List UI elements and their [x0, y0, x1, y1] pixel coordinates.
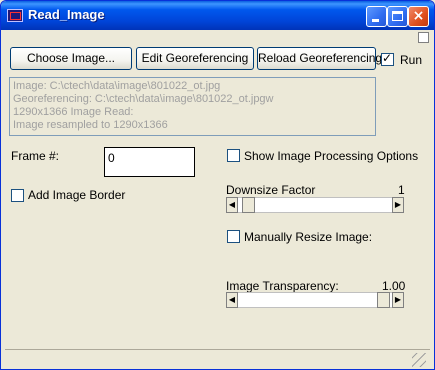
slider-left-arrow-icon[interactable]: ◀ — [226, 292, 238, 308]
downsize-factor-slider[interactable]: ◀ ▶ — [226, 197, 404, 213]
edit-georeferencing-button[interactable]: Edit Georeferencing — [136, 47, 254, 70]
slider-left-arrow-icon[interactable]: ◀ — [226, 197, 238, 213]
info-line: Image: C:\ctech\data\image\801022_ot.jpg — [13, 80, 221, 92]
manual-resize-checkbox[interactable] — [227, 230, 240, 243]
slider-track[interactable] — [238, 292, 392, 308]
transparency-slider[interactable]: ◀ ▶ — [226, 292, 404, 308]
run-checkbox[interactable] — [381, 51, 394, 66]
transparency-label: Image Transparency: — [226, 279, 339, 293]
maximize-icon — [392, 11, 403, 21]
slider-right-arrow-icon[interactable]: ▶ — [392, 292, 404, 308]
maximize-button[interactable] — [387, 6, 408, 27]
add-border-label[interactable]: Add Image Border — [28, 188, 125, 202]
slider-right-arrow-icon[interactable]: ▶ — [392, 197, 404, 213]
minimize-button[interactable] — [366, 6, 387, 27]
title-bar[interactable]: Read_Image × — [1, 1, 434, 30]
transparency-value: 1.00 — [382, 279, 406, 293]
info-line: Georeferencing: C:\ctech\data\image\8010… — [13, 93, 274, 105]
corner-checkbox[interactable] — [418, 32, 429, 43]
choose-image-button[interactable]: Choose Image... — [10, 47, 132, 70]
frame-number-input[interactable]: 0 — [104, 147, 195, 177]
slider-track[interactable] — [238, 197, 392, 213]
show-processing-label[interactable]: Show Image Processing Options — [244, 149, 418, 163]
show-processing-checkbox[interactable] — [227, 149, 240, 162]
downsize-factor-value: 1 — [398, 183, 405, 197]
slider-thumb[interactable] — [377, 292, 390, 308]
info-line: Image resampled to 1290x1366 — [13, 119, 168, 131]
close-button[interactable]: × — [408, 6, 429, 27]
image-info-box: Image: C:\ctech\data\image\801022_ot.jpg… — [9, 77, 376, 136]
info-line: 1290x1366 Image Read: — [13, 106, 134, 118]
minimize-icon — [372, 19, 379, 22]
slider-thumb[interactable] — [242, 197, 255, 213]
resize-grip-icon[interactable] — [412, 353, 426, 367]
close-icon: × — [412, 8, 425, 24]
add-border-checkbox[interactable] — [11, 189, 24, 202]
read-image-window: Read_Image × Choose Image... Edit Georef… — [0, 0, 435, 370]
run-label[interactable]: Run — [400, 53, 422, 67]
status-bar — [5, 349, 430, 367]
downsize-factor-label: Downsize Factor — [226, 183, 316, 197]
app-icon[interactable] — [7, 9, 23, 22]
frame-label: Frame #: — [11, 149, 60, 163]
window-title: Read_Image — [28, 7, 105, 22]
manual-resize-label[interactable]: Manually Resize Image: — [244, 230, 372, 244]
reload-georeferencing-button[interactable]: Reload Georeferencing — [257, 47, 382, 70]
